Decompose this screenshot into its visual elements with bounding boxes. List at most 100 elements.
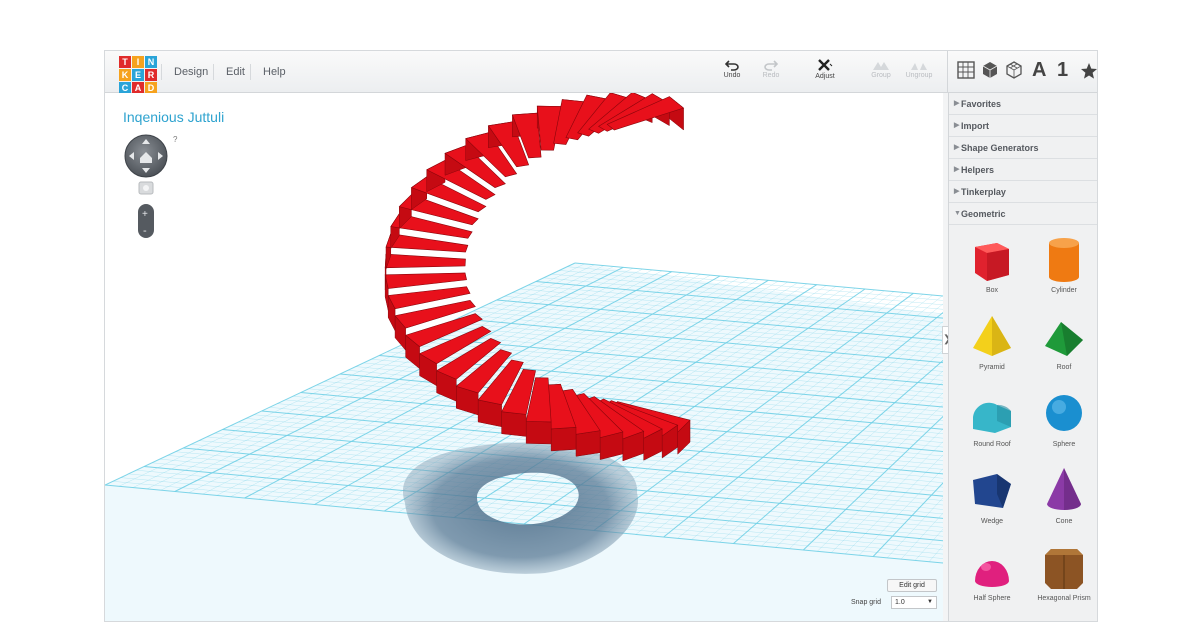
category-import[interactable]: ▶ Import (949, 115, 1097, 137)
collapsed-arrow-icon: ▶ (954, 100, 960, 107)
category-label: Helpers (961, 165, 995, 175)
shape-categories: ▶ Favorites ▶ Import ▶ Shape Generators ▶ Helpe… (949, 93, 1097, 225)
roof-icon (1045, 322, 1083, 356)
group-button[interactable]: Group (861, 59, 901, 79)
collapsed-arrow-icon: ▶ (954, 166, 960, 173)
workplane-icon[interactable] (957, 61, 975, 79)
cone-icon (1047, 468, 1081, 510)
category-helpers[interactable]: ▶ Helpers (949, 159, 1097, 181)
shape-round-roof[interactable]: Round Roof (957, 387, 1027, 459)
top-toolbar: TINKERCAD Design Edit Help Undo Redo Adj… (105, 51, 1097, 96)
number-tool-icon[interactable]: 1 (1057, 59, 1068, 82)
stair-step-riser (575, 430, 601, 457)
fit-view-icon (143, 185, 149, 191)
shapes-panel: ▶ Favorites ▶ Import ▶ Shape Generators ▶ Helpe… (948, 93, 1097, 621)
snap-grid-value: 1.0 (895, 599, 905, 606)
3d-workplane-viewport[interactable]: Inqenious Juttuli ? + - Edit grid Snap g… (105, 93, 943, 622)
ungroup-icon (911, 63, 927, 70)
category-label: Tinkerplay (961, 187, 1006, 197)
logo-letter: I (132, 56, 144, 68)
logo-letter: K (119, 69, 131, 81)
design-title[interactable]: Inqenious Juttuli (123, 109, 224, 125)
text-tool-icon[interactable]: A (1032, 59, 1046, 82)
shape-label: Roof (1056, 364, 1072, 371)
wedge-icon (973, 474, 1011, 508)
shape-label: Sphere (1052, 441, 1076, 448)
undo-icon (725, 60, 739, 71)
logo-letter: N (145, 56, 157, 68)
logo-letter: R (145, 69, 157, 81)
category-label: Import (961, 121, 989, 131)
logo-letter: E (132, 69, 144, 81)
category-tinkerplay[interactable]: ▶ Tinkerplay (949, 181, 1097, 203)
sphere-icon (1046, 395, 1082, 431)
shape-label: Wedge (980, 518, 1004, 525)
adjust-button[interactable]: Adjust (805, 59, 845, 80)
half-sphere-icon (975, 561, 1009, 587)
shape-label: Round Roof (973, 441, 1011, 448)
shape-label: Pyramid (979, 364, 1005, 371)
solid-view-icon[interactable] (981, 61, 999, 79)
snap-grid-select[interactable]: 1.0 ▼ (891, 596, 937, 609)
category-geometric[interactable]: ▼ Geometric (949, 203, 1097, 225)
collapsed-arrow-icon: ▶ (954, 188, 960, 195)
redo-button[interactable]: Redo (751, 59, 791, 79)
shape-cylinder[interactable]: Cylinder (1029, 233, 1097, 305)
stair-step-riser (525, 421, 552, 445)
group-label: Group (871, 72, 891, 79)
shape-label: Cylinder (1051, 287, 1077, 294)
collapsed-arrow-icon: ▶ (954, 144, 960, 151)
shape-hexagonal-prism[interactable]: Hexagonal Prism (1029, 541, 1097, 613)
logo-letter: T (119, 56, 131, 68)
category-label: Favorites (961, 99, 1002, 109)
expanded-arrow-icon: ▼ (954, 210, 961, 217)
undo-button[interactable]: Undo (712, 59, 752, 79)
cylinder-icon (1049, 238, 1079, 282)
ungroup-label: Ungroup (905, 72, 933, 79)
redo-icon (764, 60, 778, 71)
round-roof-icon (973, 402, 1011, 433)
pyramid-icon (973, 316, 1011, 356)
ungroup-button[interactable]: Ungroup (899, 59, 939, 79)
undo-label: Undo (723, 72, 741, 79)
shape-label: Half Sphere (973, 595, 1011, 602)
redo-label: Redo (762, 72, 780, 79)
shape-half-sphere[interactable]: Half Sphere (957, 541, 1027, 613)
shape-label: Cone (1055, 518, 1073, 525)
tinkercad-logo[interactable]: TINKERCAD (119, 56, 159, 96)
menu-help[interactable]: Help (250, 64, 298, 80)
menu-design[interactable]: Design (161, 64, 220, 80)
nav-help-mark[interactable]: ? (173, 135, 178, 144)
hexagonal-prism-icon (1045, 549, 1083, 589)
view-toolbar: A 1 (947, 51, 1097, 93)
wireframe-view-icon[interactable] (1005, 61, 1023, 79)
shape-sphere[interactable]: Sphere (1029, 387, 1097, 459)
shape-cone[interactable]: Cone (1029, 464, 1097, 536)
box-icon (975, 243, 1009, 281)
group-icon (873, 62, 889, 70)
star-icon[interactable] (1080, 62, 1098, 80)
shape-box[interactable]: Box (957, 233, 1027, 305)
edit-grid-button[interactable]: Edit grid (887, 579, 937, 592)
stair-step-tread (384, 253, 466, 269)
shape-wedge[interactable]: Wedge (957, 464, 1027, 536)
shape-roof[interactable]: Roof (1029, 310, 1097, 382)
workplane-scene[interactable] (105, 93, 943, 622)
collapsed-arrow-icon: ▶ (954, 122, 960, 129)
snap-grid-label: Snap grid (851, 599, 881, 606)
category-favorites[interactable]: ▶ Favorites (949, 93, 1097, 115)
category-shape-generators[interactable]: ▶ Shape Generators (949, 137, 1097, 159)
adjust-label: Adjust (815, 73, 835, 80)
shape-pyramid[interactable]: Pyramid (957, 310, 1027, 382)
chevron-down-icon: ▼ (927, 599, 933, 605)
category-label: Geometric (961, 209, 1006, 219)
shape-label: Box (985, 287, 999, 294)
tinkercad-window: TINKERCAD Design Edit Help Undo Redo Adj… (104, 50, 1098, 622)
stair-step-riser (550, 427, 577, 452)
stair-step-riser (501, 411, 527, 437)
adjust-icon (818, 59, 833, 71)
stair-step-tread (384, 272, 467, 289)
zoom-in-icon[interactable]: + (142, 209, 148, 220)
zoom-out-icon[interactable]: - (143, 225, 147, 237)
category-label: Shape Generators (961, 143, 1039, 153)
